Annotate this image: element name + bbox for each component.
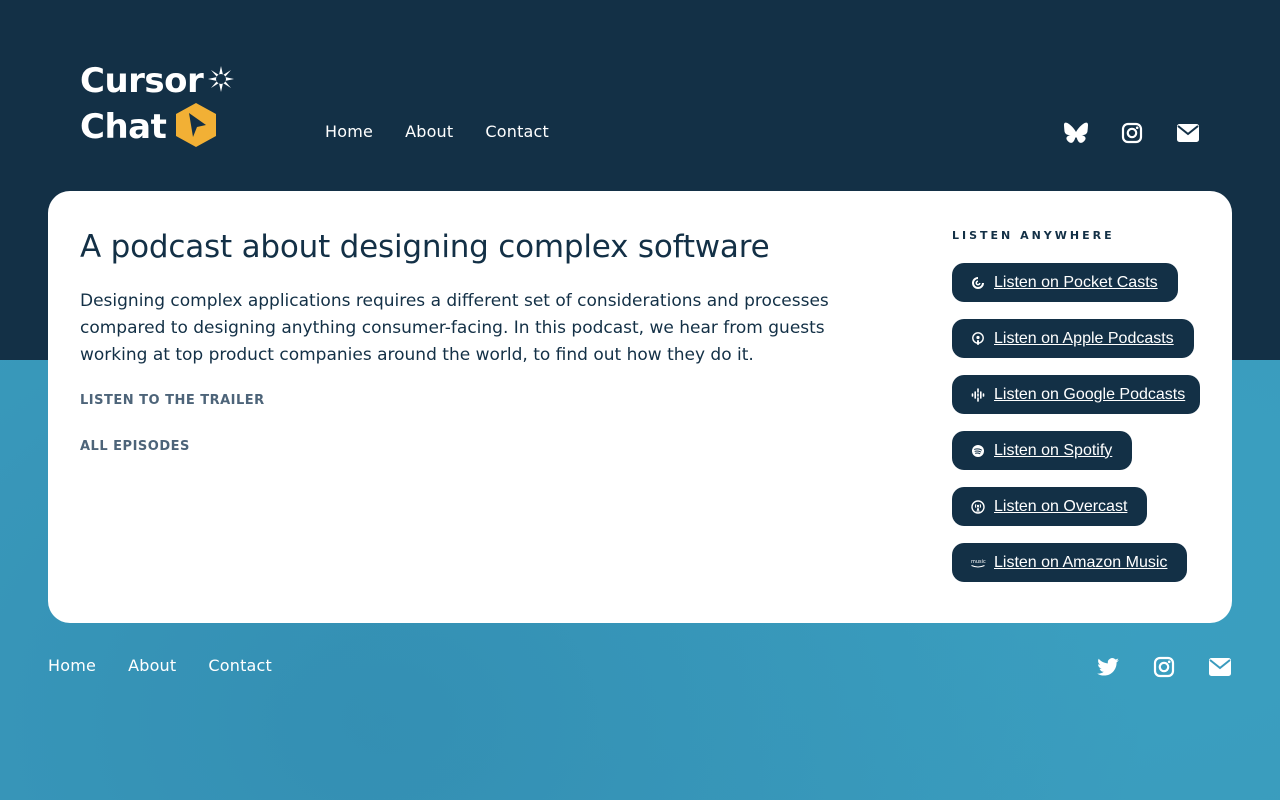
pocket-casts-icon (970, 275, 986, 291)
page-title: A podcast about designing complex softwa… (80, 229, 770, 265)
google-podcasts-icon (970, 387, 986, 403)
overcast-button[interactable]: Listen on Overcast (952, 487, 1148, 526)
nav-about[interactable]: About (405, 122, 453, 141)
logo-line-2: Chat (80, 107, 167, 147)
spotify-icon (970, 443, 986, 459)
platform-label: Listen on Spotify (994, 441, 1113, 459)
site-logo[interactable]: Cursor Chat (80, 58, 270, 150)
envelope-icon[interactable] (1176, 121, 1200, 145)
overcast-icon (970, 499, 986, 515)
all-episodes-link[interactable]: ALL EPISODES (80, 439, 190, 454)
cursor-hexagon-icon (172, 101, 220, 153)
header-nav: Home About Contact (325, 122, 549, 141)
podcast-description: Designing complex applications requires … (80, 291, 829, 365)
spotify-button[interactable]: Listen on Spotify (952, 431, 1133, 470)
footer-nav-contact[interactable]: Contact (208, 656, 272, 675)
nav-home[interactable]: Home (325, 122, 373, 141)
footer-nav-home[interactable]: Home (48, 656, 96, 675)
svg-text:music: music (971, 559, 986, 565)
platform-list: Listen on Pocket Casts Listen on Apple P… (952, 263, 1200, 582)
platform-label: Listen on Google Podcasts (994, 385, 1186, 403)
amazon-music-icon: music (970, 555, 986, 571)
twitter-icon[interactable] (1096, 655, 1120, 679)
instagram-icon[interactable] (1120, 121, 1144, 145)
footer-nav-about[interactable]: About (128, 656, 176, 675)
apple-podcasts-button[interactable]: Listen on Apple Podcasts (952, 319, 1194, 358)
google-podcasts-button[interactable]: Listen on Google Podcasts (952, 375, 1200, 414)
platform-label: Listen on Amazon Music (994, 553, 1168, 571)
apple-podcasts-icon (970, 331, 986, 347)
platform-label: Listen on Pocket Casts (994, 273, 1158, 291)
nav-contact[interactable]: Contact (485, 122, 549, 141)
platform-label: Listen on Apple Podcasts (994, 329, 1174, 347)
amazon-music-button[interactable]: music Listen on Amazon Music (952, 543, 1188, 582)
footer-nav: Home About Contact (48, 656, 272, 675)
header-social-links (1064, 121, 1200, 145)
instagram-icon[interactable] (1152, 655, 1176, 679)
platform-label: Listen on Overcast (994, 497, 1128, 515)
footer-social-links (1096, 655, 1232, 679)
listen-trailer-link[interactable]: LISTEN TO THE TRAILER (80, 393, 265, 408)
envelope-icon[interactable] (1208, 655, 1232, 679)
logo-line-1: Cursor (80, 61, 204, 101)
pocket-casts-button[interactable]: Listen on Pocket Casts (952, 263, 1178, 302)
intro-card: A podcast about designing complex softwa… (48, 191, 1232, 623)
star-icon (207, 65, 235, 97)
listen-anywhere-heading: LISTEN ANYWHERE (952, 229, 1115, 242)
butterfly-icon[interactable] (1064, 121, 1088, 145)
